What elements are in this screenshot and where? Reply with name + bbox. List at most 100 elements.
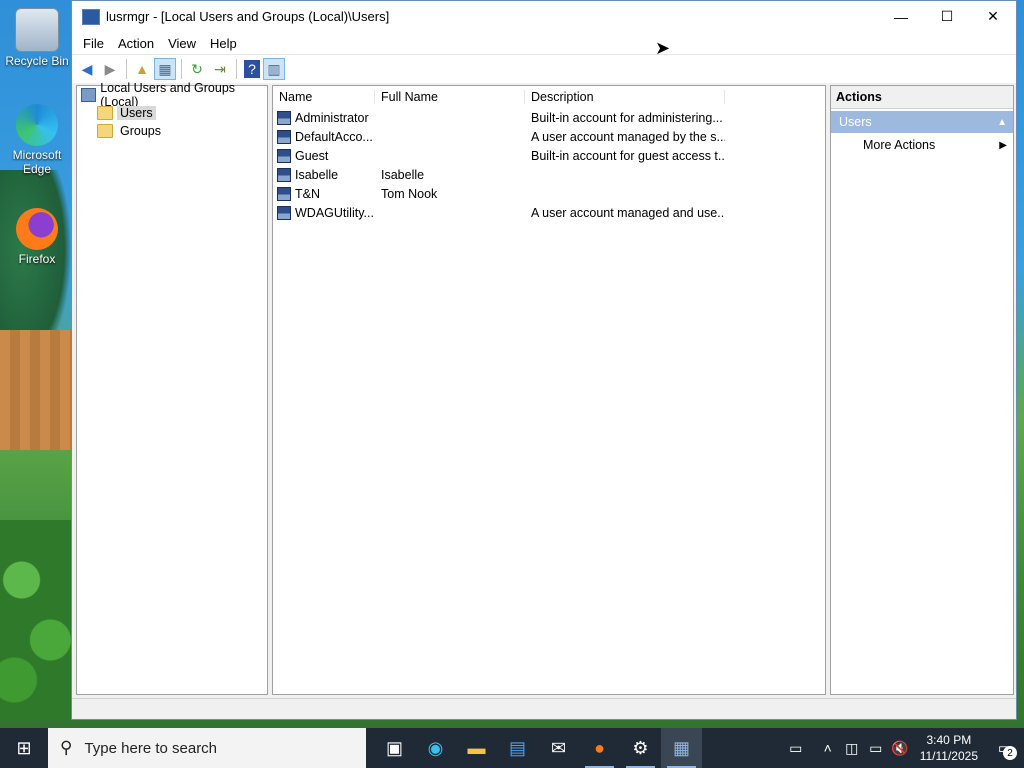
menu-action[interactable]: Action bbox=[111, 34, 161, 53]
toolbar-separator bbox=[181, 59, 182, 79]
start-button[interactable]: ⊞ bbox=[0, 728, 48, 768]
taskbar-lusrmgr[interactable]: ▦ bbox=[661, 728, 702, 768]
chevron-up-icon[interactable]: ˄ bbox=[816, 740, 840, 756]
show-hide-tree-icon[interactable]: ▦ bbox=[154, 58, 176, 80]
status-bar bbox=[72, 698, 1016, 719]
desktop-icon-firefox[interactable]: Firefox bbox=[4, 208, 70, 266]
taskbar-store[interactable]: ▤ bbox=[497, 728, 538, 768]
notification-count-badge: 2 bbox=[1003, 746, 1017, 760]
toolbar-separator bbox=[236, 59, 237, 79]
cell-name: DefaultAcco... bbox=[273, 129, 375, 144]
windows-logo-icon: ⊞ bbox=[16, 737, 32, 758]
actions-pane: Actions Users ▲ More Actions ▶ bbox=[830, 85, 1014, 695]
submenu-arrow-icon: ▶ bbox=[999, 139, 1007, 151]
search-box[interactable]: ⚲ Type here to search bbox=[48, 728, 366, 768]
table-row[interactable]: Guest Built-in account for guest access t… bbox=[273, 146, 825, 165]
actions-section-label: Users bbox=[839, 115, 872, 129]
user-icon bbox=[277, 129, 291, 144]
folder-icon bbox=[97, 124, 113, 138]
meet-now-icon[interactable]: ◫ bbox=[840, 740, 864, 757]
mail-icon: ✉ bbox=[550, 737, 567, 758]
maximize-button[interactable]: ☐ bbox=[924, 1, 970, 32]
user-icon bbox=[277, 186, 291, 201]
user-icon bbox=[277, 110, 291, 125]
refresh-icon[interactable]: ↻ bbox=[186, 58, 208, 80]
lusrmgr-app-icon bbox=[82, 8, 100, 25]
console-tree: Local Users and Groups (Local) Users Gro… bbox=[76, 81, 268, 695]
window-title: lusrmgr - [Local Users and Groups (Local… bbox=[106, 9, 390, 24]
column-header-name[interactable]: Name bbox=[273, 90, 375, 104]
lusrmgr-app-icon: ▦ bbox=[672, 737, 690, 758]
table-row[interactable]: Isabelle Isabelle bbox=[273, 165, 825, 184]
lusrmgr-window: lusrmgr - [Local Users and Groups (Local… bbox=[71, 0, 1017, 720]
cell-name: T&N bbox=[273, 186, 375, 201]
clock[interactable]: 3:40 PM 11/11/2025 bbox=[912, 732, 986, 764]
cell-description: Built-in account for administering... bbox=[531, 110, 723, 125]
cell-full-name: Isabelle bbox=[381, 167, 425, 182]
computer-icon bbox=[81, 88, 97, 102]
table-row[interactable]: DefaultAcco... A user account managed by … bbox=[273, 127, 825, 146]
action-label: More Actions bbox=[863, 138, 936, 152]
user-name: T&N bbox=[295, 186, 320, 201]
desktop-icon-recycle-bin[interactable]: Recycle Bin bbox=[4, 8, 70, 68]
up-folder-icon[interactable]: ▲ bbox=[131, 58, 153, 80]
back-arrow-icon[interactable]: ◀ bbox=[76, 58, 98, 80]
mouse-cursor-icon: ➤ bbox=[655, 38, 671, 58]
folder-icon: ▬ bbox=[467, 737, 486, 758]
taskbar-mail[interactable]: ✉ bbox=[538, 728, 579, 768]
user-icon bbox=[277, 167, 291, 182]
menu-bar: File Action View Help bbox=[72, 32, 1016, 54]
task-view-button[interactable]: ▣ bbox=[374, 728, 415, 768]
table-row[interactable]: T&N Tom Nook bbox=[273, 184, 825, 203]
folder-icon bbox=[97, 106, 113, 120]
column-header-full-name[interactable]: Full Name bbox=[375, 90, 525, 104]
toolbar: ◀ ▶ ▲ ▦ ↻ ⇥ ? ▥ bbox=[72, 54, 1016, 84]
users-list: Name Full Name Description Administrator… bbox=[272, 85, 826, 695]
volume-muted-icon[interactable]: 🔇 bbox=[888, 740, 912, 757]
taskbar-firefox[interactable]: ● bbox=[579, 728, 620, 768]
cell-description: A user account managed by the s... bbox=[531, 129, 725, 144]
notification-center-button[interactable]: ▭ 2 bbox=[986, 728, 1024, 768]
cell-name: Isabelle bbox=[273, 167, 375, 182]
tree-item-groups[interactable]: Groups bbox=[77, 122, 267, 140]
desktop-icon-edge[interactable]: Microsoft Edge bbox=[4, 104, 70, 176]
menu-file[interactable]: File bbox=[76, 34, 111, 53]
user-name: Administrator bbox=[295, 110, 369, 125]
title-bar[interactable]: lusrmgr - [Local Users and Groups (Local… bbox=[72, 1, 1016, 32]
user-name: Guest bbox=[295, 148, 329, 163]
search-icon: ⚲ bbox=[60, 738, 73, 757]
forward-arrow-icon[interactable]: ▶ bbox=[99, 58, 121, 80]
menu-help[interactable]: Help bbox=[203, 34, 244, 53]
store-icon: ▤ bbox=[508, 737, 526, 758]
network-icon[interactable]: ▭ bbox=[864, 740, 888, 757]
user-name: DefaultAcco... bbox=[295, 129, 373, 144]
menu-view[interactable]: View bbox=[161, 34, 203, 53]
actions-header: Actions bbox=[831, 86, 1013, 109]
toolbar-separator bbox=[126, 59, 127, 79]
actions-section-users[interactable]: Users ▲ bbox=[831, 111, 1013, 133]
desktop-icon-label: Microsoft Edge bbox=[12, 148, 62, 176]
help-icon[interactable]: ? bbox=[244, 60, 260, 78]
taskbar-settings[interactable]: ⚙ bbox=[620, 728, 661, 768]
taskbar-file-explorer[interactable]: ▬ bbox=[456, 728, 497, 768]
close-button[interactable]: ✕ bbox=[970, 1, 1016, 32]
system-tray: ▭ ˄ ◫ ▭ 🔇 3:40 PM 11/11/2025 ▭ 2 bbox=[776, 728, 1024, 768]
table-row[interactable]: WDAGUtility... A user account managed and… bbox=[273, 203, 825, 222]
taskbar-edge[interactable]: ◉ bbox=[415, 728, 456, 768]
tree-root[interactable]: Local Users and Groups (Local) bbox=[77, 81, 267, 109]
desktop-icon-label: Firefox bbox=[18, 252, 56, 266]
action-more-actions[interactable]: More Actions ▶ bbox=[831, 133, 1013, 157]
export-list-icon[interactable]: ⇥ bbox=[209, 58, 231, 80]
tree-item-label: Groups bbox=[120, 124, 161, 138]
collapse-arrow-icon[interactable]: ▲ bbox=[997, 117, 1007, 128]
cell-description: A user account managed and use... bbox=[531, 205, 725, 220]
table-row[interactable]: Administrator Built-in account for admini… bbox=[273, 108, 825, 127]
cell-description: Built-in account for guest access t... bbox=[531, 148, 725, 163]
show-hide-action-pane-icon[interactable]: ▥ bbox=[263, 58, 285, 80]
news-widget-icon[interactable]: ▭ bbox=[776, 740, 816, 757]
minimize-button[interactable]: — bbox=[878, 1, 924, 32]
column-header-description[interactable]: Description bbox=[525, 90, 725, 104]
list-body: Administrator Built-in account for admini… bbox=[273, 108, 825, 222]
gear-icon: ⚙ bbox=[632, 737, 649, 758]
desktop-wallpaper-cliff bbox=[0, 330, 72, 450]
